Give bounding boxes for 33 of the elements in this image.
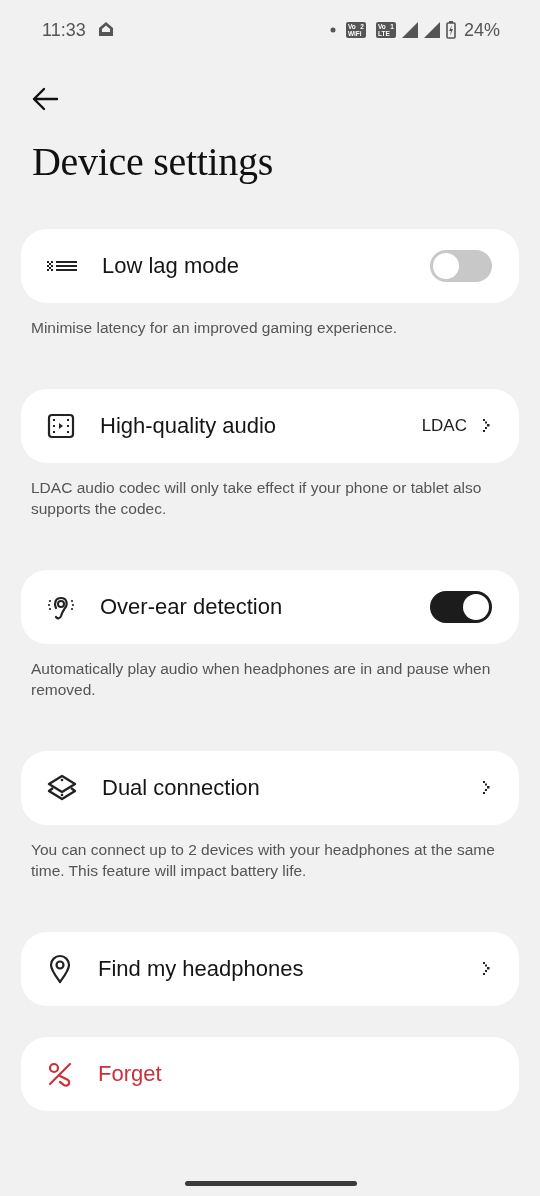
setting-row[interactable]: High-quality audio LDAC: [21, 389, 519, 463]
setting-label: Find my headphones: [98, 956, 304, 982]
setting-row[interactable]: Find my headphones: [21, 932, 519, 1006]
battery-percentage: 24%: [463, 19, 500, 41]
battery-icon: [445, 21, 456, 39]
unlink-icon: [46, 1060, 74, 1088]
setting-row[interactable]: Forget: [21, 1037, 519, 1111]
setting-row[interactable]: Dual connection: [21, 751, 519, 825]
setting-label: High-quality audio: [100, 413, 277, 439]
setting-description: Minimise latency for an improved gaming experience.: [31, 318, 399, 338]
video-icon: [46, 413, 76, 439]
setting-description: You can connect up to 2 devices with your headphones at the same time. This feature will impact battery life.: [31, 840, 496, 881]
setting-row[interactable]: Low lag mode: [21, 229, 519, 303]
signal-icon: [401, 22, 418, 38]
setting-label: Dual connection: [102, 775, 260, 801]
setting-label: Low lag mode: [102, 253, 239, 279]
toggle-switch[interactable]: [430, 591, 492, 623]
signal-icon: [423, 22, 440, 38]
page-title: Device settings: [32, 138, 274, 185]
setting-description: LDAC audio codec will only take effect if your phone or tablet also supports the codec.: [31, 478, 483, 519]
home-icon: [97, 21, 114, 37]
dot-icon: [329, 27, 336, 33]
setting-row[interactable]: Over-ear detection: [21, 570, 519, 644]
setting-value: LDAC: [421, 416, 467, 436]
setting-label: Over-ear detection: [100, 594, 283, 620]
layers-icon: [46, 774, 78, 802]
chevron-right-icon: [481, 417, 493, 435]
chevron-right-icon: [481, 779, 493, 797]
toggle-switch[interactable]: [430, 250, 492, 282]
setting-label: Forget: [98, 1061, 162, 1087]
clock: 11:33: [42, 19, 86, 41]
chevron-right-icon: [481, 960, 493, 978]
setting-description: Automatically play audio when headphones are in and pause when removed.: [31, 659, 492, 700]
